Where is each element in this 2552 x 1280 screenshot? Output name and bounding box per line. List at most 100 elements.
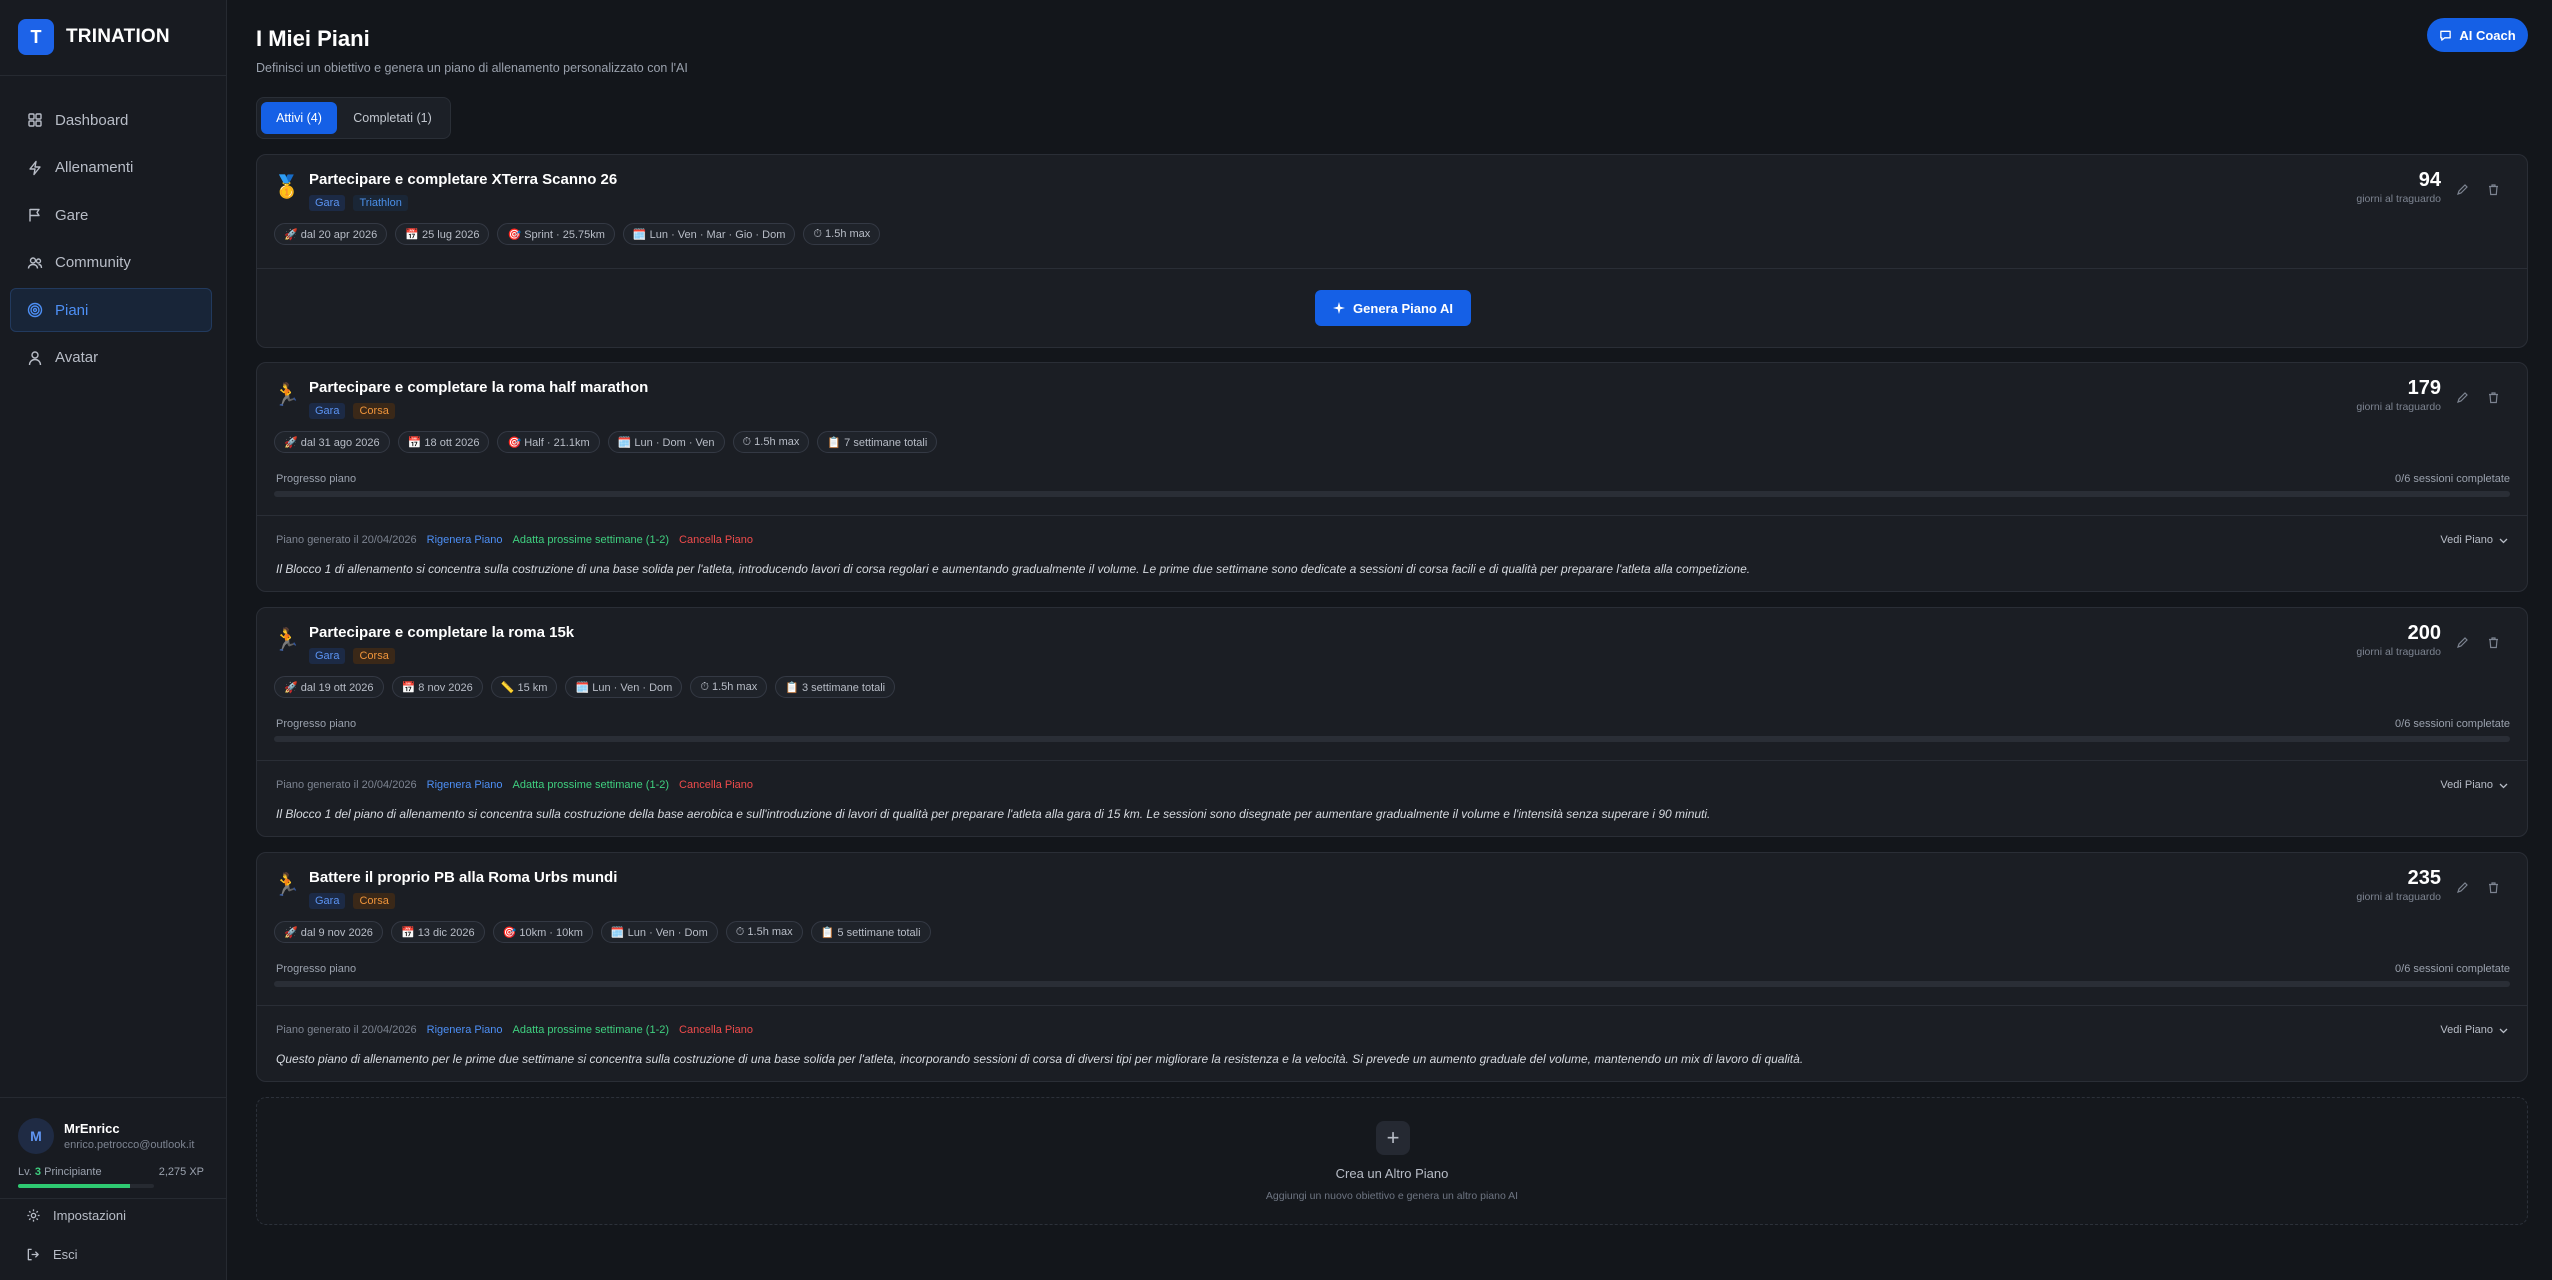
edit-plan-button[interactable]	[2456, 183, 2472, 199]
user-name: MrEnricc	[64, 1121, 120, 1136]
sidebar-item-dashboard[interactable]: Dashboard	[10, 98, 212, 142]
sidebar-item-label: Gare	[55, 206, 89, 224]
edit-plan-button[interactable]	[2456, 636, 2472, 652]
days-label: giorni al traguardo	[2356, 646, 2441, 658]
view-plan-label: Vedi Piano	[2440, 534, 2493, 546]
plan-meta: Piano generato il 20/04/2026 Rigenera Pi…	[276, 534, 753, 546]
edit-plan-button[interactable]	[2456, 881, 2472, 897]
page-title: I Miei Piani	[256, 26, 370, 51]
plan-title: Partecipare e completare XTerra Scanno 2…	[309, 171, 618, 188]
sidebar-item-allenamenti[interactable]: Allenamenti	[10, 146, 212, 190]
brand[interactable]: T TRINATION	[18, 19, 170, 55]
generate-plan-button[interactable]: Genera Piano AI	[1315, 290, 1471, 326]
regenerate-plan-link[interactable]: Rigenera Piano	[427, 534, 503, 546]
chip-start-date: 🚀 dal 19 ott 2026	[274, 676, 384, 698]
chip-race-date: 📅 13 dic 2026	[390, 921, 485, 943]
generate-label: Genera Piano AI	[1353, 300, 1453, 316]
chip-days: 🗓️ Lun · Ven · Dom	[600, 921, 718, 943]
plan-chips: 🚀 dal 9 nov 2026 📅 13 dic 2026 🎯 10km · …	[274, 921, 931, 943]
cancel-plan-link[interactable]: Cancella Piano	[679, 779, 753, 791]
plan-summary: Questo piano di allenamento per le prime…	[276, 1052, 1804, 1066]
medal-icon: 🥇	[273, 174, 301, 199]
view-plan-label: Vedi Piano	[2440, 779, 2493, 791]
plan-card: 🏃 Partecipare e completare la roma 15k G…	[256, 607, 2528, 837]
target-icon	[27, 302, 43, 318]
sidebar-item-label: Piani	[55, 301, 89, 319]
cancel-plan-link[interactable]: Cancella Piano	[679, 1024, 753, 1036]
trash-icon	[2489, 882, 2498, 894]
avatar: M	[18, 1118, 54, 1154]
adapt-weeks-link[interactable]: Adatta prossime settimane (1-2)	[513, 534, 670, 546]
sidebar-item-gare[interactable]: Gare	[10, 193, 212, 237]
view-plan-button[interactable]: Vedi Piano	[2440, 1024, 2509, 1036]
chip-max-time: ⏱ 1.5h max	[725, 921, 803, 943]
days-number: 200	[2407, 622, 2441, 644]
plan-tags: Gara Triathlon	[309, 195, 408, 211]
plan-chips: 🚀 dal 19 ott 2026 📅 8 nov 2026 📏 15 km 🗓…	[274, 676, 896, 698]
logout-button[interactable]: Esci	[10, 1236, 212, 1272]
plan-tags: Gara Corsa	[309, 403, 395, 419]
delete-plan-button[interactable]	[2487, 636, 2503, 652]
grid-icon	[28, 113, 42, 127]
progress-label: Progresso piano	[276, 473, 357, 485]
sidebar-item-label: Allenamenti	[55, 159, 134, 176]
create-plan-title: Crea un Altro Piano	[1335, 1166, 1449, 1181]
ai-coach-button[interactable]: AI Coach	[2427, 18, 2528, 52]
regenerate-plan-link[interactable]: Rigenera Piano	[427, 1024, 503, 1036]
chip-start-date: 🚀 dal 20 apr 2026	[274, 223, 388, 245]
sidebar-item-piani[interactable]: Piani	[10, 288, 212, 332]
chip-distance: 🎯 10km · 10km	[492, 921, 593, 943]
delete-plan-button[interactable]	[2487, 183, 2503, 199]
cancel-plan-link[interactable]: Cancella Piano	[679, 534, 753, 546]
delete-plan-button[interactable]	[2487, 391, 2503, 407]
card-divider	[257, 1005, 2527, 1006]
runner-icon: 🏃	[273, 872, 301, 897]
card-divider	[257, 515, 2527, 516]
adapt-weeks-link[interactable]: Adatta prossime settimane (1-2)	[513, 779, 670, 791]
chip-max-time: ⏱ 1.5h max	[732, 431, 810, 453]
sidebar: T TRINATION Dashboard Allenamenti Gare C…	[0, 0, 227, 1280]
logout-icon	[27, 1248, 39, 1260]
ai-coach-label: AI Coach	[2459, 27, 2516, 43]
sidebar-item-community[interactable]: Community	[10, 241, 212, 285]
sidebar-item-label: Dashboard	[55, 111, 129, 129]
settings-button[interactable]: Impostazioni	[10, 1197, 212, 1233]
sidebar-item-label: Avatar	[55, 349, 99, 366]
plan-title: Partecipare e completare la roma 15k	[309, 624, 575, 641]
days-number: 94	[2418, 169, 2441, 191]
chip-days: 🗓️ Lun · Ven · Dom	[565, 676, 683, 698]
trash-icon	[2489, 184, 2498, 196]
days-label: giorni al traguardo	[2356, 401, 2441, 413]
chevron-down-icon	[2499, 1028, 2508, 1033]
edit-plan-button[interactable]	[2456, 391, 2472, 407]
trash-icon	[2489, 392, 2498, 404]
user-profile[interactable]: M MrEnricc enrico.petrocco@outlook.it	[18, 1118, 194, 1154]
create-plan-card[interactable]: + Crea un Altro Piano Aggiungi un nuovo …	[256, 1097, 2528, 1225]
plan-tabs: Attivi (4) Completati (1)	[256, 97, 451, 139]
card-divider	[257, 760, 2527, 761]
progress-bar	[274, 736, 2510, 742]
page-subtitle: Definisci un obiettivo e genera un piano…	[256, 61, 688, 75]
xp-bar-fill	[18, 1184, 130, 1188]
sidebar-nav: Dashboard Allenamenti Gare Community Pia…	[10, 98, 212, 383]
level-prefix: Lv.	[18, 1166, 32, 1178]
sidebar-divider	[0, 75, 226, 76]
tag-sport: Corsa	[353, 648, 395, 664]
regenerate-plan-link[interactable]: Rigenera Piano	[427, 779, 503, 791]
user-icon	[28, 350, 42, 365]
plan-summary: Il Blocco 1 del piano di allenamento si …	[276, 807, 1711, 821]
runner-icon: 🏃	[273, 382, 301, 407]
tab-completati[interactable]: Completati (1)	[341, 102, 444, 134]
plus-icon: +	[1376, 1121, 1410, 1155]
chip-distance: 🎯 Half · 21.1km	[497, 431, 600, 453]
sidebar-item-avatar[interactable]: Avatar	[10, 336, 212, 380]
view-plan-button[interactable]: Vedi Piano	[2440, 534, 2509, 546]
tag-sport: Corsa	[353, 403, 395, 419]
progress-sessions: 0/6 sessioni completate	[2395, 963, 2510, 975]
view-plan-button[interactable]: Vedi Piano	[2440, 779, 2509, 791]
delete-plan-button[interactable]	[2487, 881, 2503, 897]
adapt-weeks-link[interactable]: Adatta prossime settimane (1-2)	[513, 1024, 670, 1036]
tab-attivi[interactable]: Attivi (4)	[261, 102, 337, 134]
gear-icon	[27, 1208, 40, 1222]
chip-distance: 🎯 Sprint · 25.75km	[497, 223, 615, 245]
